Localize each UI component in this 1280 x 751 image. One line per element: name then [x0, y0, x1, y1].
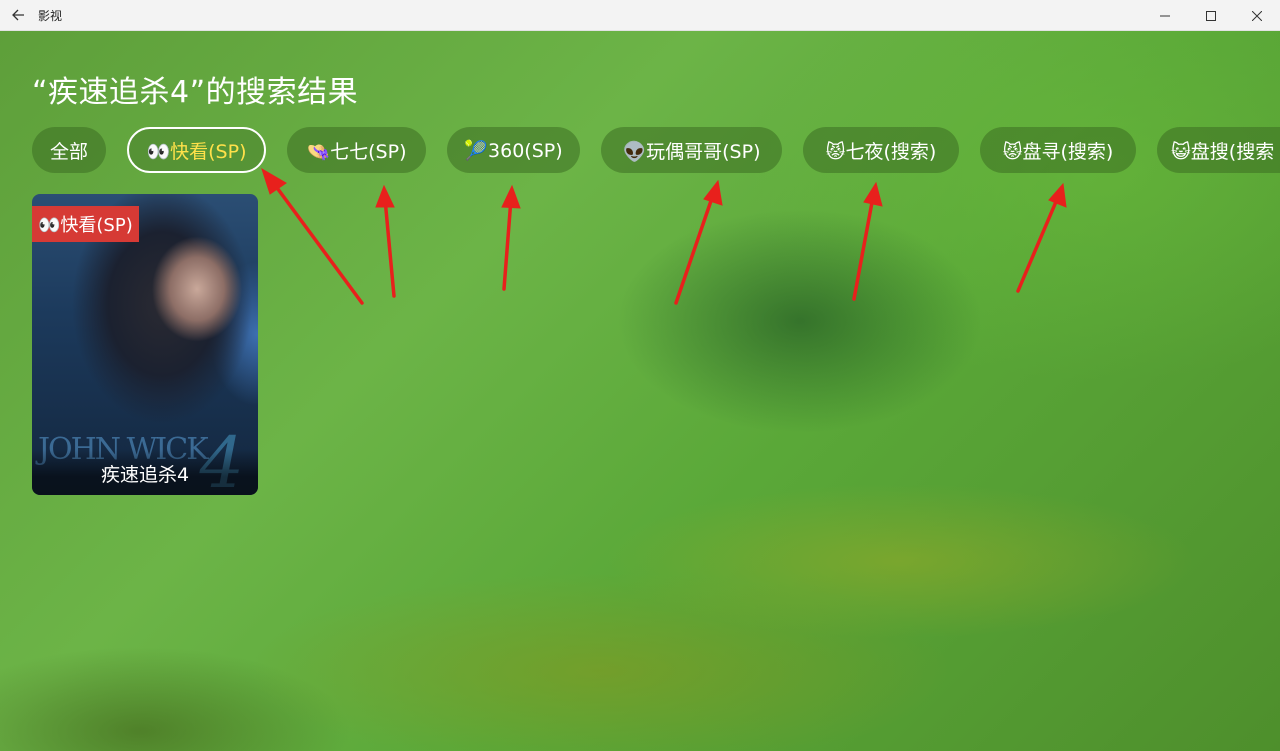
- red-arrow-4: [674, 193, 715, 305]
- red-arrow-6: [1016, 195, 1060, 293]
- tab-pansou[interactable]: 😺盘搜(搜索: [1157, 127, 1280, 173]
- source-badge: 👀快看(SP): [32, 206, 139, 242]
- search-results-view: “疾速追杀4”的搜索结果 全部 👀快看(SP) 👒七七(SP) 🎾360(SP)…: [0, 31, 1280, 751]
- tab-panxun[interactable]: 😾盘寻(搜索): [980, 127, 1136, 173]
- red-arrow-head-3: [501, 184, 521, 209]
- red-arrow-head-1: [261, 167, 287, 195]
- window-title: 影视: [38, 8, 63, 23]
- minimize-button[interactable]: [1142, 0, 1188, 31]
- red-arrow-head-6: [1048, 182, 1067, 208]
- red-arrow-1: [270, 179, 364, 305]
- title-bar: 影视: [0, 0, 1280, 31]
- red-arrow-head-5: [863, 181, 883, 207]
- tab-kuaikan[interactable]: 👀快看(SP): [127, 127, 266, 173]
- red-arrow-2: [383, 197, 396, 298]
- back-arrow-icon[interactable]: [0, 0, 36, 31]
- tab-wanou-gege[interactable]: 👽玩偶哥哥(SP): [601, 127, 782, 173]
- tab-all[interactable]: 全部: [32, 127, 106, 173]
- maximize-button[interactable]: [1188, 0, 1234, 31]
- page-title: “疾速追杀4”的搜索结果: [32, 75, 359, 110]
- tab-qiqi[interactable]: 👒七七(SP): [287, 127, 426, 173]
- result-card[interactable]: JOHN WICK 4 👀快看(SP) 疾速追杀4: [32, 194, 258, 495]
- close-button[interactable]: [1234, 0, 1280, 31]
- red-arrow-5: [852, 195, 875, 301]
- red-arrow-head-2: [375, 184, 395, 208]
- red-arrow-3: [502, 197, 513, 291]
- card-title: 疾速追杀4: [100, 464, 190, 486]
- tab-360[interactable]: 🎾360(SP): [447, 127, 580, 173]
- tab-qiye[interactable]: 😾七夜(搜索): [803, 127, 959, 173]
- red-arrow-head-4: [703, 179, 723, 206]
